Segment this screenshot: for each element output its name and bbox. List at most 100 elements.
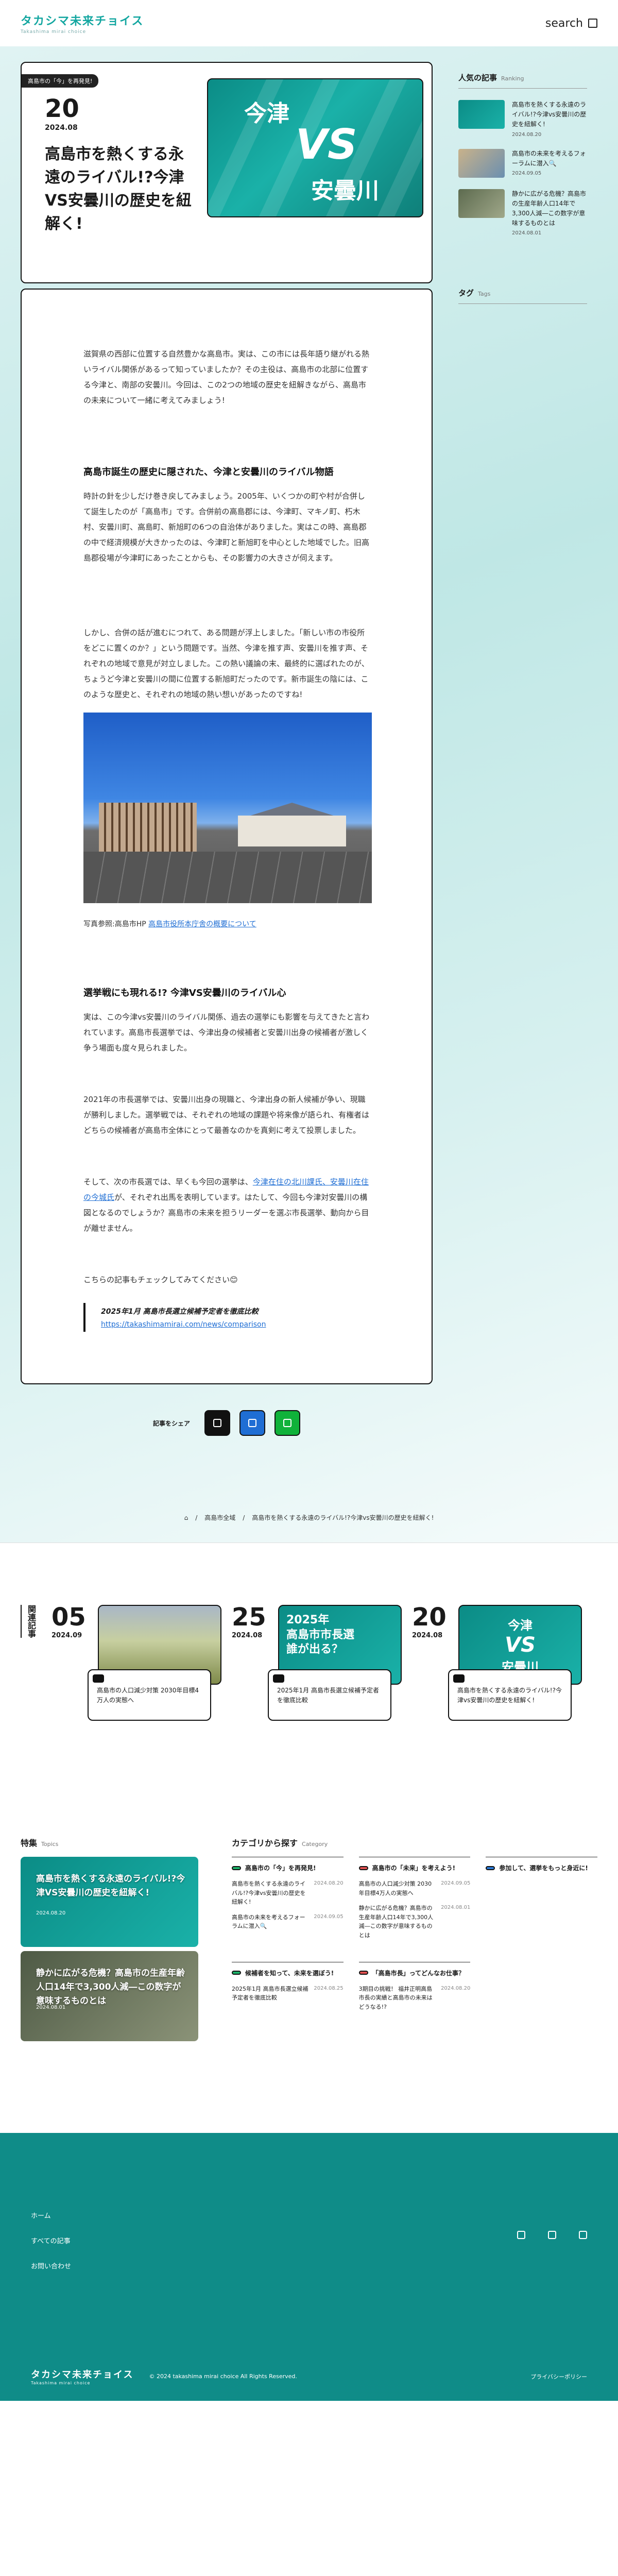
- topics-heading: 特集 Topics: [21, 1836, 201, 1849]
- footer-bottom: タカシマ未来チョイス Takashima mirai choice © 2024 …: [31, 2367, 587, 2385]
- section-heading: 高島市誕生の歴史に隠された、今津と安曇川のライバル物語: [83, 467, 334, 478]
- eyecatch-text-bottom: 安曇川: [311, 178, 379, 204]
- city-hall-photo: [83, 713, 372, 903]
- breadcrumb-item[interactable]: 高島市全域: [204, 1513, 235, 1522]
- related-image-vs: VS: [505, 1633, 536, 1657]
- entry-date: 2024.08.20: [441, 1985, 471, 1991]
- related-card[interactable]: 20 2024.08 今津 VS 安曇川 高島市を熱くする永遠のライバル!?今津…: [412, 1605, 597, 1770]
- related-card[interactable]: 25 2024.08 2025年 高島市市長選 誰が出る？ 2025年1月 高島…: [232, 1605, 417, 1770]
- article-body: 滋賀県の西部に位置する自然豊かな高島市。実は、この市には長年語り継がれる熱いライ…: [21, 289, 433, 1384]
- logo-text: タカシマ未来チョイス: [21, 15, 144, 28]
- share-bar: 記事をシェア: [21, 1410, 433, 1436]
- entry-title: 3期目の挑戦！ 福井正明高島市長の実績と高島市の未来はどうなる!?: [358, 1985, 433, 2010]
- category-entry[interactable]: 静かに広がる危機？高島市の生産年齢人口14年で3,300人減―この数字が意味する…: [359, 1904, 471, 1940]
- related-day: 25: [232, 1603, 266, 1632]
- related-link-url[interactable]: https://takashimamirai.com/news/comparis…: [101, 1320, 354, 1329]
- category-color-icon: [232, 1866, 241, 1870]
- related-image-top: 今津: [508, 1618, 533, 1633]
- related-articles: 関連記事 05 2024.09 高島市の人口減少対策 2030年目標4万人の実態…: [0, 1543, 618, 1816]
- caption-link[interactable]: 高島市役所本庁舎の概要について: [148, 920, 256, 928]
- related-day: 05: [52, 1603, 86, 1632]
- footer-logo-text: タカシマ未来チョイス: [31, 2369, 134, 2380]
- topic-title: 静かに広がる危機？高島市の生産年齢人口14年で3,300人減―この数字が意味する…: [36, 1968, 185, 2007]
- category-block: 高島市の「今」を再発見! 高島市を熱くする永遠のライバル!?今津vs安曇川の歴史…: [232, 1857, 344, 1946]
- topic-title: 高島市を熱くする永遠のライバル!?今津VS安曇川の歴史を紐解く!: [36, 1874, 185, 1899]
- footer-link-home[interactable]: ホーム: [31, 2212, 51, 2220]
- site-logo[interactable]: タカシマ未来チョイス Takashima mirai choice: [21, 12, 144, 35]
- home-icon[interactable]: ⌂: [184, 1514, 188, 1521]
- share-x-button[interactable]: [204, 1410, 230, 1436]
- instagram-icon[interactable]: [548, 2231, 556, 2239]
- camera-icon: [273, 1674, 284, 1683]
- body-paragraph: そして、次の市長選では、早くも今回の選挙は、今津在住の北川課氏、安曇川在住の今城…: [83, 1174, 370, 1236]
- category-name: 「高島市長」ってどんなお仕事？: [372, 1969, 465, 1977]
- category-entry[interactable]: 3期目の挑戦！ 福井正明高島市長の実績と高島市の未来はどうなる!? 2024.08…: [359, 1985, 471, 2012]
- topic-date: 2024.08.01: [36, 2005, 66, 2010]
- article-title-card: 高島市の「今」を再発見! 20 2024.08 高島市を熱くする永遠のライバル!…: [21, 62, 433, 283]
- related-yearmonth: 2024.08: [412, 1632, 443, 1639]
- related-link-box[interactable]: 2025年1月 高島市長選立候補予定者を徹底比較 https://takashi…: [83, 1303, 370, 1332]
- entry-date: 2024.09.05: [441, 1880, 471, 1886]
- x-icon: [213, 1419, 221, 1427]
- related-card[interactable]: 05 2024.09 高島市の人口減少対策 2030年目標4万人の実態へ: [52, 1605, 237, 1770]
- category-entry[interactable]: 高島市の未来を考えるフォーラムに潜入🔍 2024.09.05: [232, 1913, 344, 1931]
- category-color-icon: [358, 1971, 368, 1975]
- categories-heading: カテゴリから探す Category: [232, 1836, 597, 1849]
- ranking-item-date: 2024.08.01: [512, 230, 542, 236]
- category-color-icon: [486, 1866, 495, 1870]
- related-title: 高島市を熱くする永遠のライバル!?今津vs安曇川の歴史を紐解く!: [457, 1687, 562, 1704]
- facebook-icon: [248, 1419, 256, 1427]
- entry-title: 2025年1月 高島市長選立候補予定者を徹底比較: [232, 1985, 308, 2002]
- ranking-subtitle: Ranking: [501, 75, 524, 82]
- related-link-title: 2025年1月 高島市長選立候補予定者を徹底比較: [101, 1308, 259, 1316]
- site-header: タカシマ未来チョイス Takashima mirai choice search: [0, 0, 618, 46]
- category-tag[interactable]: 高島市の「今」を再発見!: [22, 74, 99, 88]
- footer-logo-sub: Takashima mirai choice: [31, 2381, 91, 2385]
- ranking-thumbnail: [458, 148, 505, 178]
- category-link[interactable]: 高島市の「今」を再発見!: [232, 1863, 344, 1872]
- footer-social: [517, 2231, 587, 2239]
- footer-logo[interactable]: タカシマ未来チョイス Takashima mirai choice: [31, 2367, 133, 2385]
- camera-icon: [453, 1674, 465, 1683]
- caption-prefix: 写真参照:高島市HP: [83, 920, 149, 928]
- article-title: 高島市を熱くする永遠のライバル!?今津VS安曇川の歴史を紐解く!: [45, 145, 192, 233]
- share-line-button[interactable]: [274, 1410, 300, 1436]
- category-link[interactable]: 参加して、選挙をもっと身近に!: [486, 1863, 597, 1872]
- category-color-icon: [358, 1866, 368, 1870]
- category-link[interactable]: 「高島市長」ってどんなお仕事？: [358, 1969, 471, 1977]
- category-entry[interactable]: 高島市の人口減少対策 2030年目標4万人の実態へ 2024.09.05: [359, 1879, 471, 1897]
- ranking-item[interactable]: 高島市の未来を考えるフォーラムに潜入🔍 2024.09.05: [458, 148, 587, 178]
- footer-link-all-articles[interactable]: すべての記事: [31, 2238, 71, 2245]
- categories-subtitle: Category: [302, 1841, 328, 1848]
- topic-date: 2024.08.20: [36, 1910, 66, 1916]
- share-facebook-button[interactable]: [239, 1410, 265, 1436]
- category-block: 高島市の「未来」を考えよう! 高島市の人口減少対策 2030年目標4万人の実態へ…: [358, 1857, 471, 1946]
- category-entry[interactable]: 2025年1月 高島市長選立候補予定者を徹底比較 2024.08.25: [232, 1985, 344, 2003]
- x-icon[interactable]: [517, 2231, 525, 2239]
- intro-paragraph: 滋賀県の西部に位置する自然豊かな高島市。実は、この市には長年語り継がれる熱いライ…: [83, 349, 370, 405]
- article-date-yearmonth: 2024.08: [45, 124, 78, 132]
- category-entry[interactable]: 高島市を熱くする永遠のライバル!?今津vs安曇川の歴史を紐解く! 2024.08.…: [232, 1879, 344, 1907]
- category-link[interactable]: 高島市の「未来」を考えよう!: [358, 1863, 471, 1872]
- line-icon[interactable]: [579, 2231, 587, 2239]
- ranking-item[interactable]: 高島市を熱くする永遠のライバル!?今津vs安曇川の歴史を紐解く! 2024.08.…: [458, 100, 587, 138]
- topic-card[interactable]: 静かに広がる危機？高島市の生産年齢人口14年で3,300人減―この数字が意味する…: [21, 1951, 198, 2041]
- category-link[interactable]: 候補者を知って、未来を選ぼう!: [232, 1969, 344, 1977]
- category-block: 候補者を知って、未来を選ぼう! 2025年1月 高島市長選立候補予定者を徹底比較…: [232, 1961, 344, 2018]
- sidebar: 人気の記事 Ranking 高島市を熱くする永遠のライバル!?今津vs安曇川の歴史…: [458, 62, 587, 1436]
- related-image-top: 2025年: [286, 1614, 330, 1626]
- related-title-box: 2025年1月 高島市長選立候補予定者を徹底比較: [268, 1669, 391, 1721]
- entry-title: 高島市を熱くする永遠のライバル!?今津vs安曇川の歴史を紐解く!: [232, 1880, 306, 1906]
- photo-caption: 写真参照:高島市HP 高島市役所本庁舎の概要について: [83, 919, 370, 929]
- eyecatch-text-top: 今津: [244, 100, 289, 127]
- body-paragraph: しかし、合併の話が進むにつれて、ある問題が浮上しました。「新しい市の市役所をどこ…: [83, 628, 369, 699]
- category-name: 高島市の「今」を再発見!: [245, 1865, 316, 1872]
- entry-title: 静かに広がる危機？高島市の生産年齢人口14年で3,300人減―この数字が意味する…: [358, 1905, 434, 1939]
- topic-card[interactable]: 高島市を熱くする永遠のライバル!?今津VS安曇川の歴史を紐解く! 2024.08…: [21, 1857, 198, 1947]
- ranking-title: 人気の記事: [458, 73, 497, 82]
- ranking-item[interactable]: 静かに広がる危機？高島市の生産年齢人口14年で3,300人減―この数字が意味する…: [458, 189, 587, 236]
- privacy-policy-link[interactable]: プライバシーポリシー: [530, 2372, 587, 2381]
- copyright: © 2024 takashima mirai choice All Rights…: [149, 2373, 297, 2380]
- footer-link-contact[interactable]: お問い合わせ: [31, 2263, 71, 2270]
- search-button[interactable]: search: [545, 17, 597, 30]
